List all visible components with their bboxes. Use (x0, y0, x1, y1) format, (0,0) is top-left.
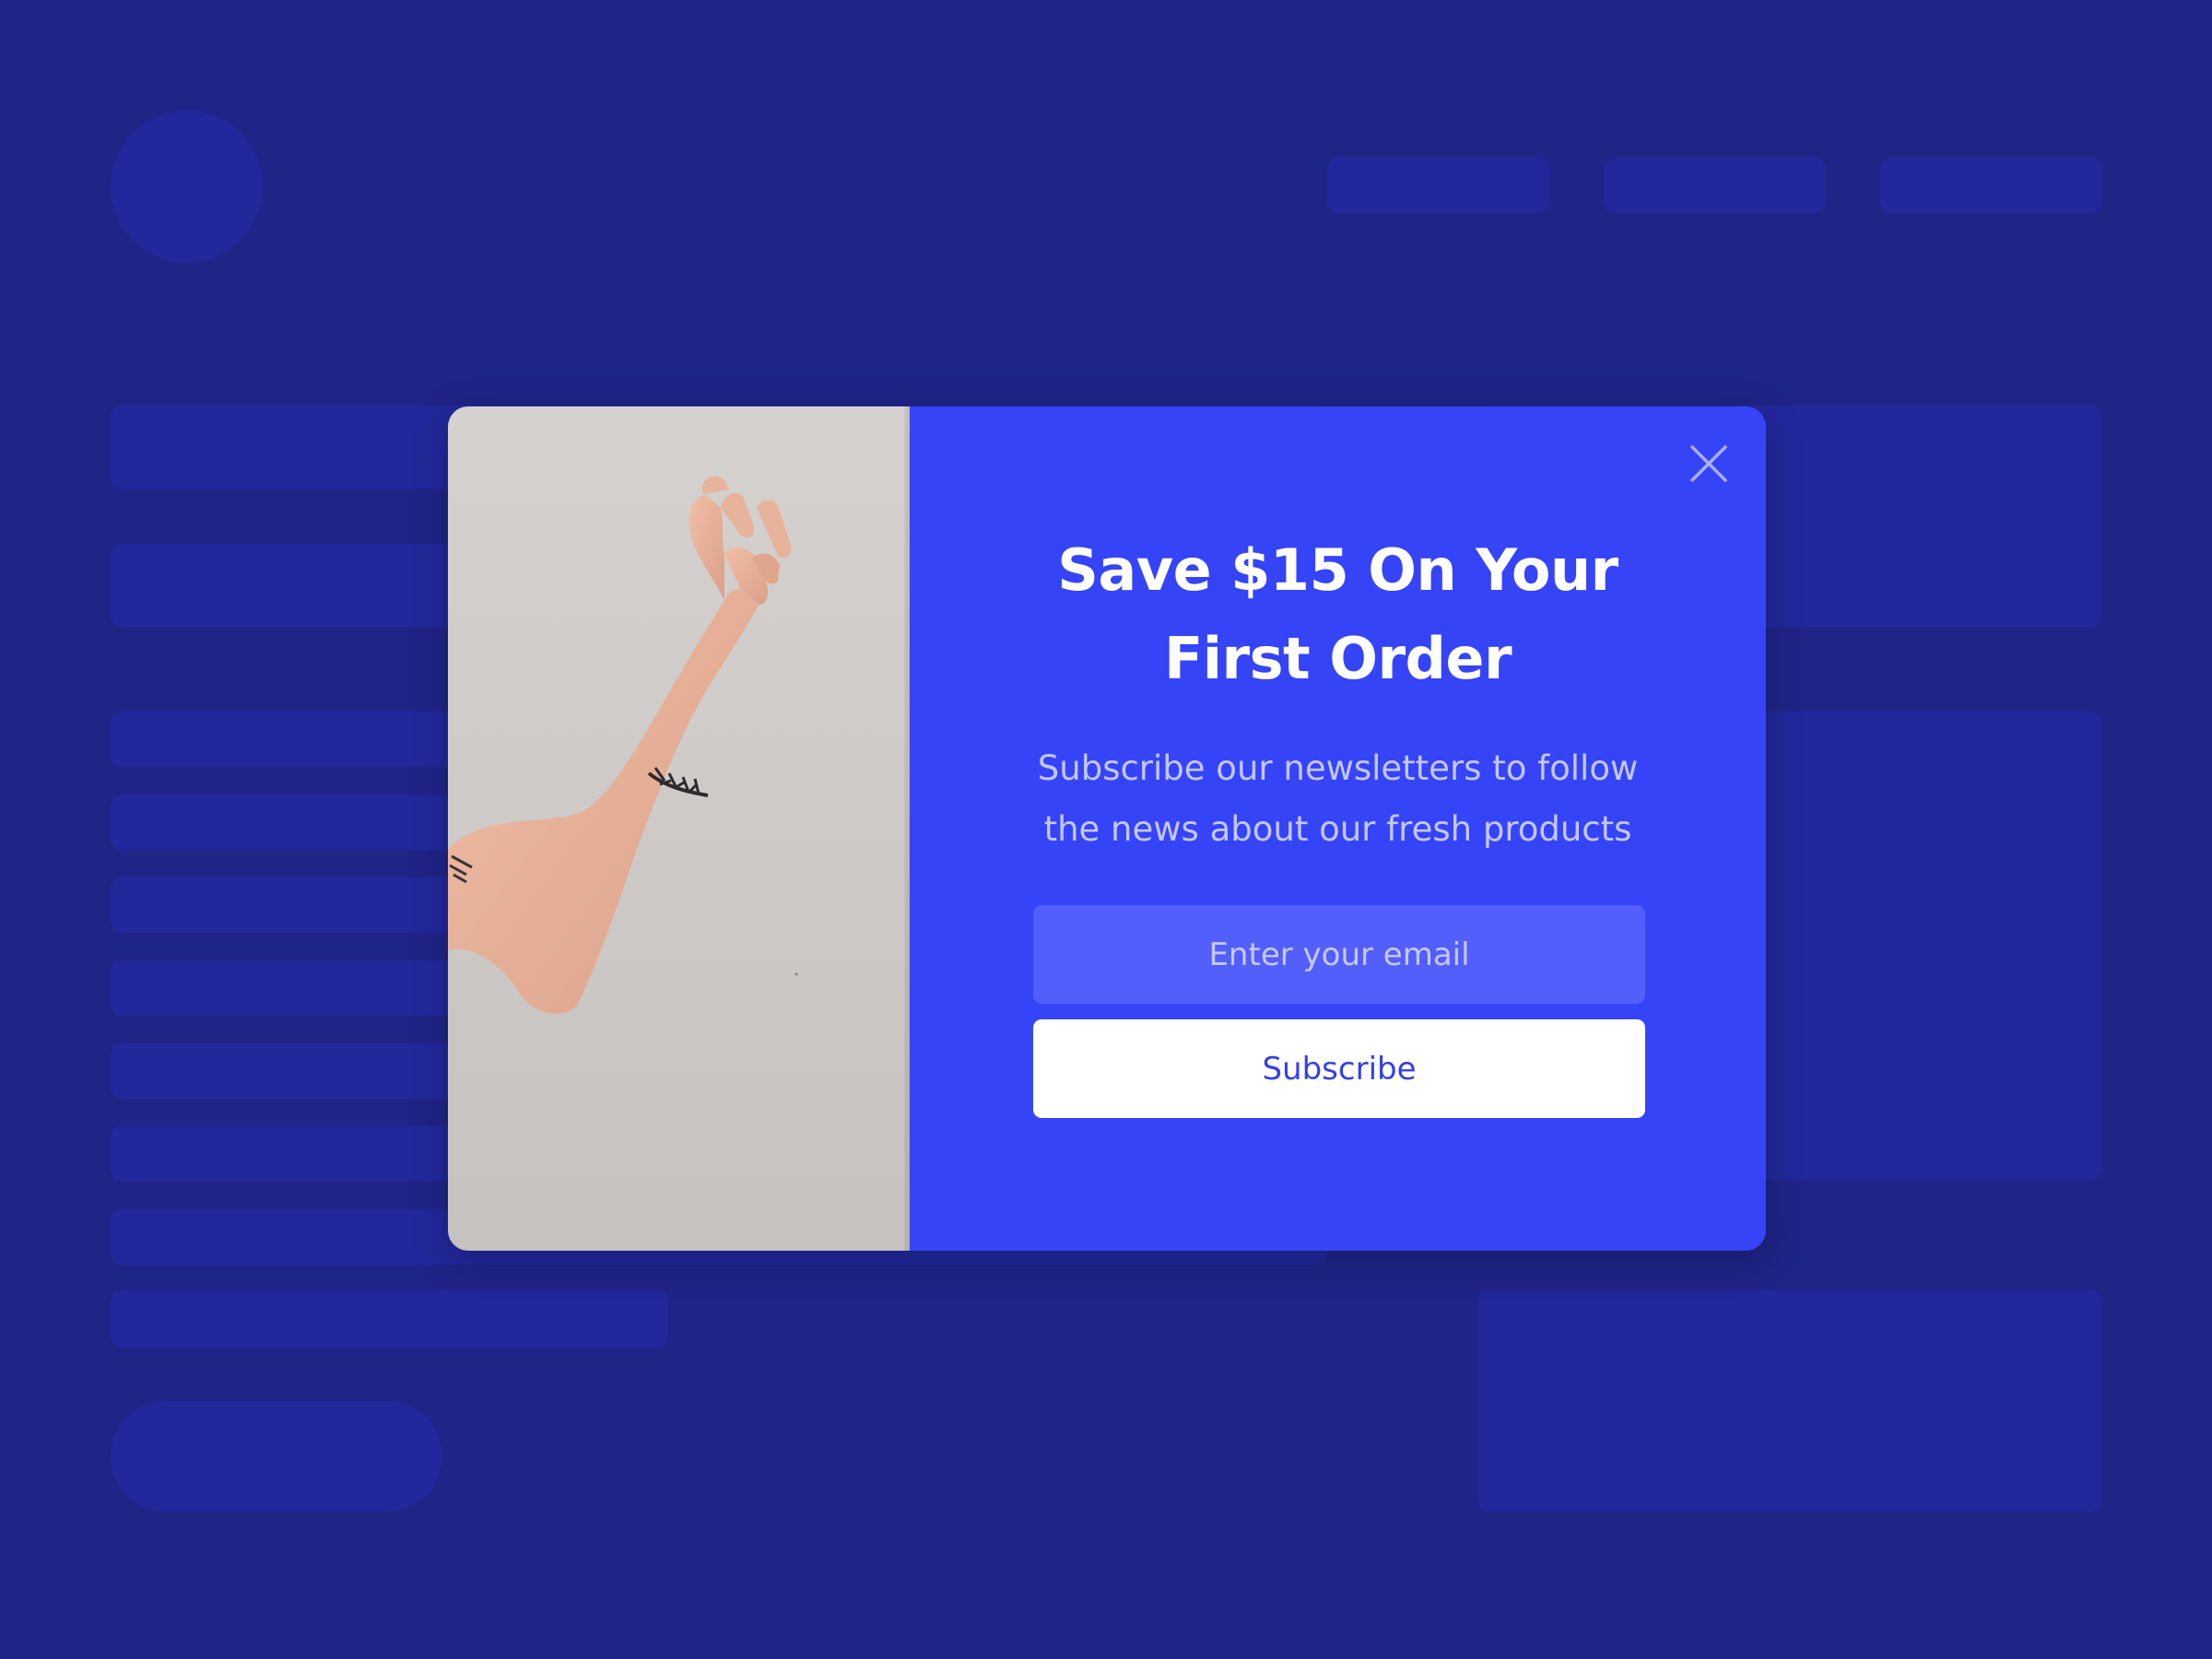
close-icon[interactable] (1687, 441, 1731, 486)
sidebar-card-placeholder-3 (1478, 1290, 2101, 1512)
popup-headline: Save $15 On Your First Order (983, 526, 1692, 703)
nav-item-placeholder-2 (1604, 158, 1826, 213)
headline-line-2: First Order (1163, 625, 1512, 692)
page: Save $15 On Your First Order Subscribe o… (0, 0, 2212, 1659)
nav-item-placeholder-3 (1880, 158, 2102, 213)
description-line-2: the news about our fresh products (1043, 809, 1632, 849)
headline-line-1: Save $15 On Your (1057, 536, 1618, 604)
popup-content: Save $15 On Your First Order Subscribe o… (910, 406, 1766, 1251)
nav-item-placeholder-1 (1327, 158, 1549, 213)
logo-placeholder (111, 111, 263, 263)
close-button[interactable] (1687, 441, 1731, 486)
email-input[interactable] (1033, 905, 1645, 1004)
button-placeholder (111, 1401, 442, 1512)
newsletter-popup: Save $15 On Your First Order Subscribe o… (448, 406, 1766, 1251)
arm-photo (448, 406, 910, 1251)
arm-illustration (448, 476, 798, 1014)
subscribe-button[interactable]: Subscribe (1033, 1019, 1645, 1118)
popup-description: Subscribe our newsletters to follow the … (1011, 738, 1665, 860)
description-line-1: Subscribe our newsletters to follow (1037, 748, 1639, 788)
text-line-placeholder-short (111, 1290, 668, 1347)
